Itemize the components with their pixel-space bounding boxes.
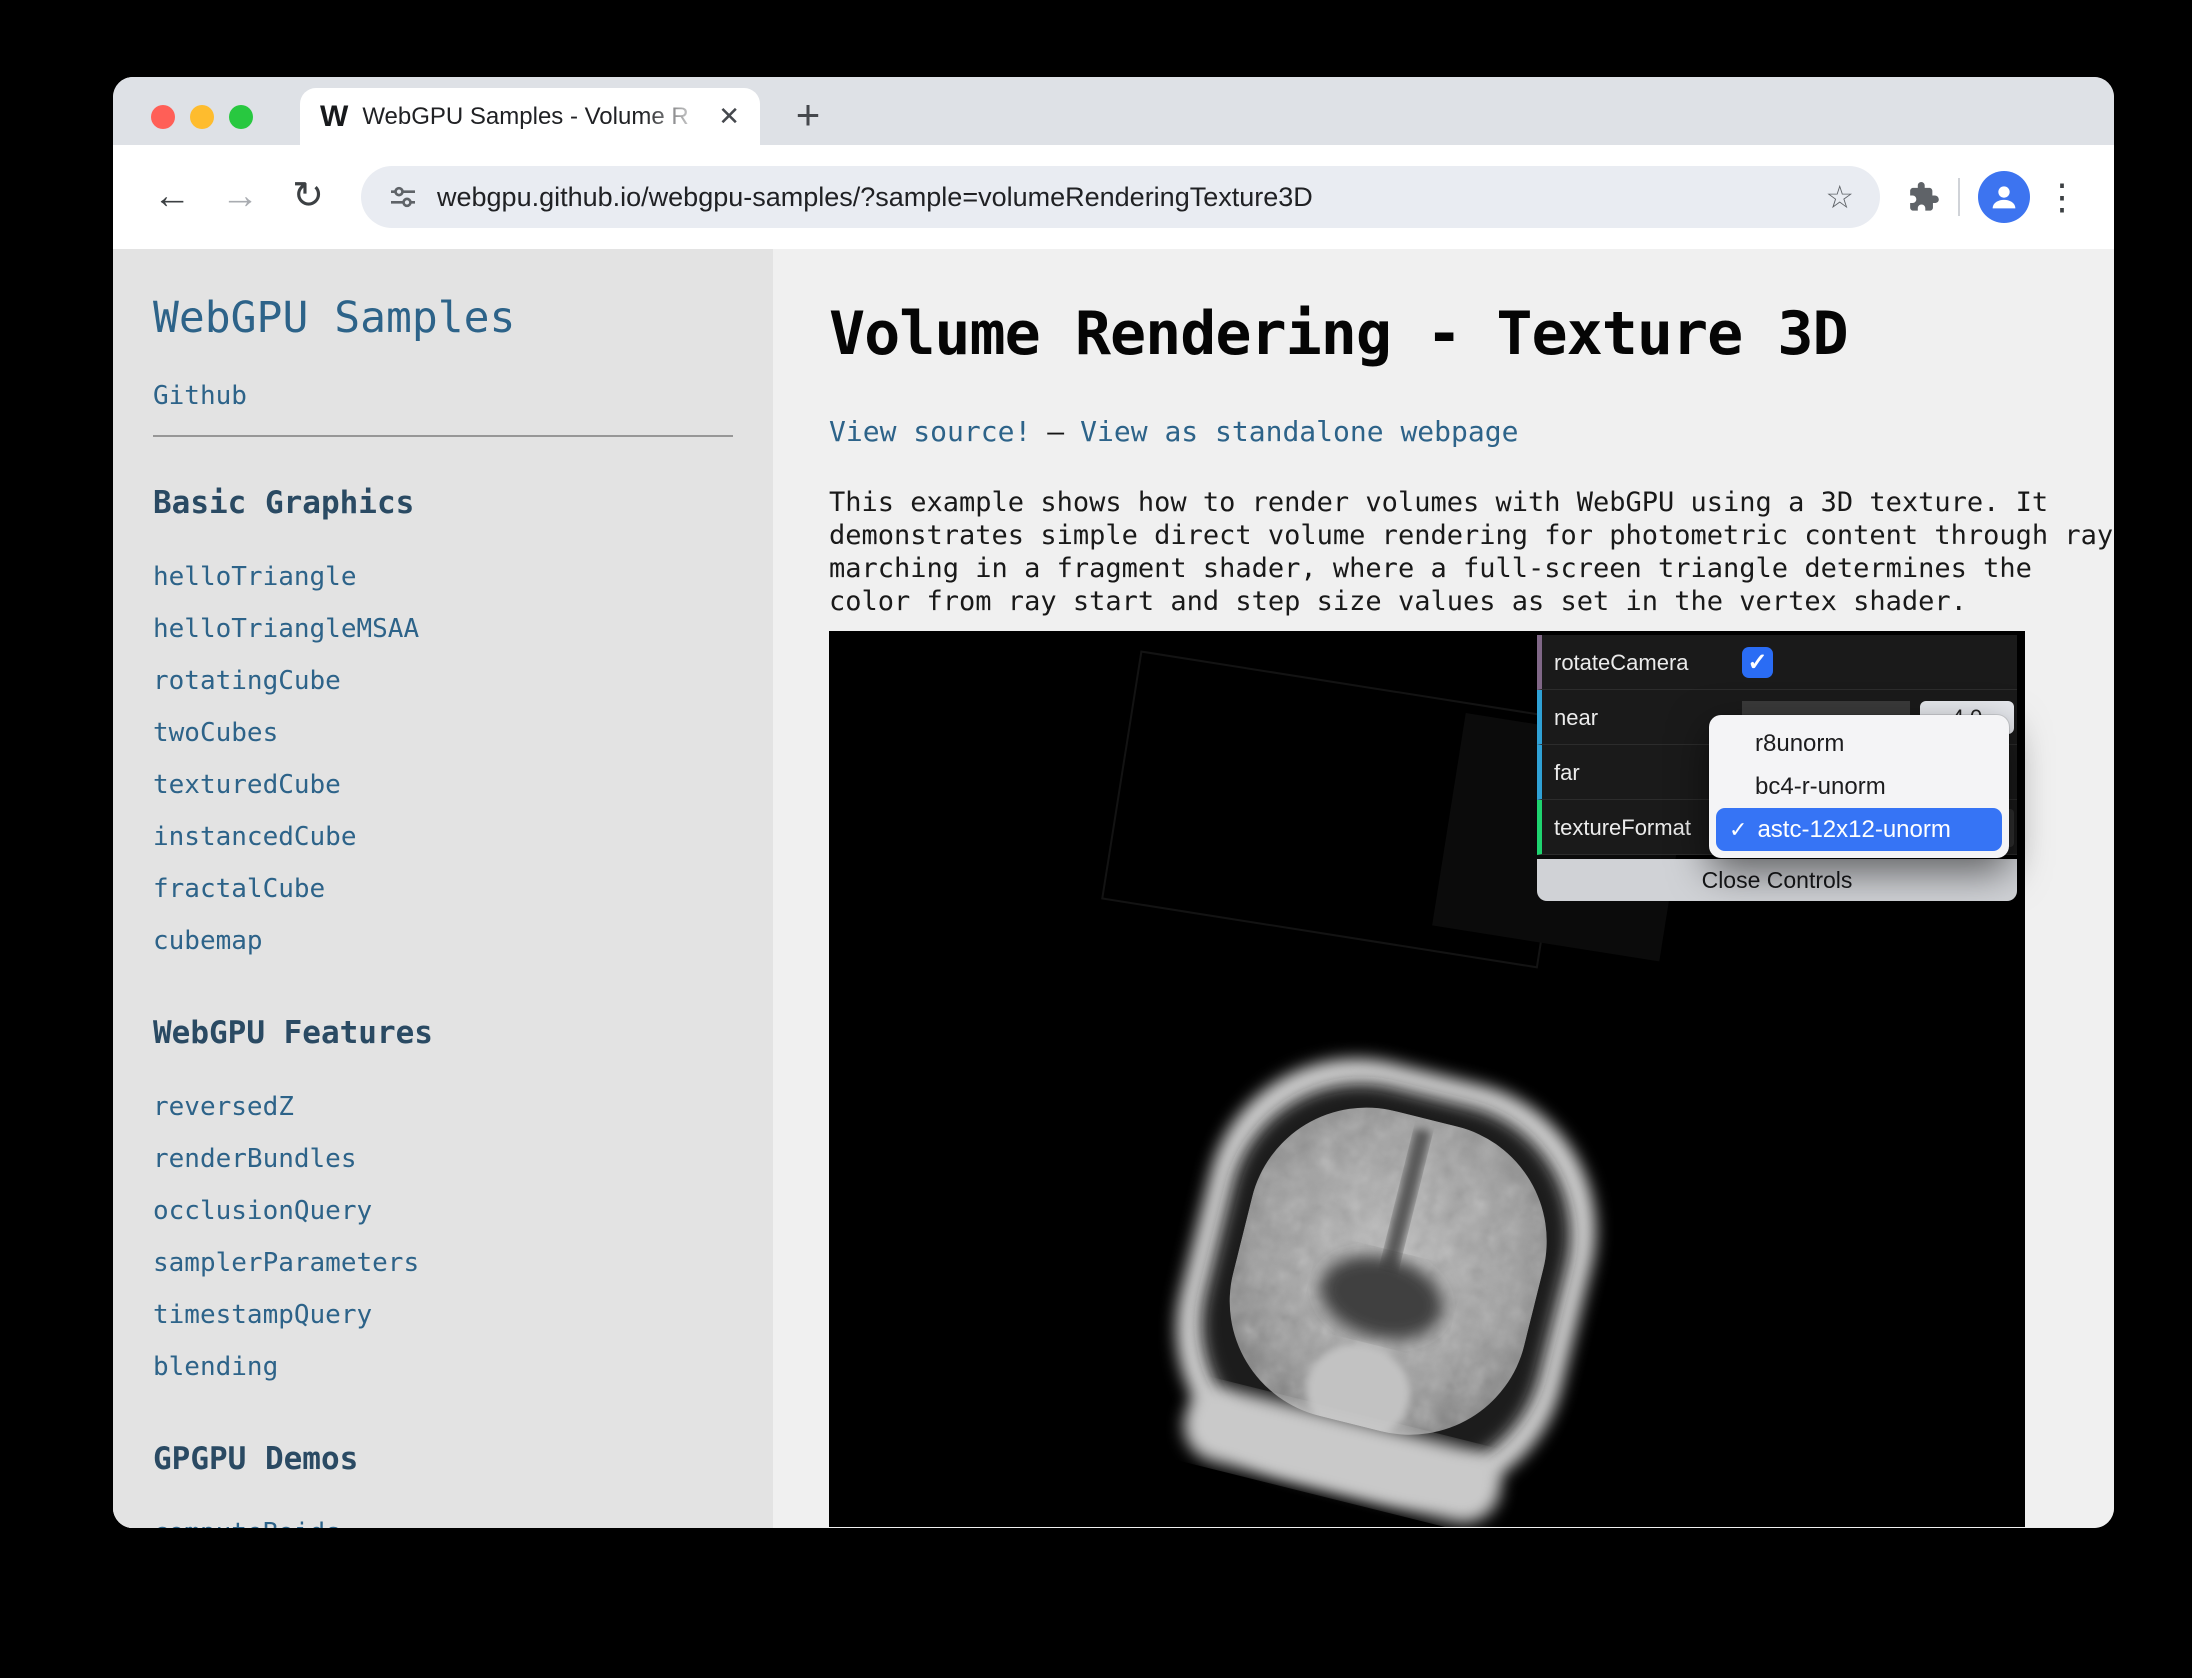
check-icon: ✓ — [1729, 819, 1747, 841]
samples-sidebar: WebGPU Samples Github Basic Graphics hel… — [113, 249, 773, 1528]
page-title: Volume Rendering - Texture 3D — [829, 299, 2114, 369]
back-button[interactable]: ← — [143, 168, 201, 226]
github-link[interactable]: Github — [153, 381, 733, 411]
rotate-camera-checkbox[interactable]: ✓ — [1742, 647, 1773, 678]
sidebar-item-blending[interactable]: blending — [153, 1341, 733, 1393]
profile-avatar[interactable] — [1978, 171, 2030, 223]
dropdown-option-bc4-r-unorm[interactable]: bc4-r-unorm — [1709, 765, 2009, 808]
sidebar-item-occlusionQuery[interactable]: occlusionQuery — [153, 1185, 733, 1237]
toolbar-divider — [1958, 178, 1960, 216]
sample-links-row: View source! — View as standalone webpag… — [829, 415, 2114, 448]
reload-button[interactable]: ↻ — [279, 168, 337, 226]
sidebar-item-twoCubes[interactable]: twoCubes — [153, 707, 733, 759]
standalone-link[interactable]: View as standalone webpage — [1080, 415, 1518, 448]
sidebar-item-reversedZ[interactable]: reversedZ — [153, 1081, 733, 1133]
browser-window: W WebGPU Samples - Volume R ✕ + ← → ↻ we… — [113, 77, 2114, 1528]
tab-title: WebGPU Samples - Volume R — [362, 103, 688, 130]
zoom-window-button[interactable] — [229, 105, 253, 129]
close-controls-button[interactable]: Close Controls — [1537, 859, 2017, 901]
browser-tab[interactable]: W WebGPU Samples - Volume R ✕ — [300, 88, 760, 145]
dropdown-option-astc-selected[interactable]: ✓ astc-12x12-unorm — [1716, 808, 2002, 851]
sidebar-heading-basic-graphics: Basic Graphics — [153, 485, 733, 521]
gui-label-far: far — [1554, 745, 1580, 800]
dropdown-selected-label: astc-12x12-unorm — [1757, 808, 1950, 851]
forward-button[interactable]: → — [211, 168, 269, 226]
gui-label-rotateCamera: rotateCamera — [1554, 635, 1689, 690]
sample-description: This example shows how to render volumes… — [829, 486, 2114, 618]
sidebar-title: WebGPU Samples — [153, 293, 733, 343]
bookmark-star-icon[interactable]: ☆ — [1825, 178, 1854, 216]
browser-toolbar: ← → ↻ webgpu.github.io/webgpu-samples/?s… — [113, 145, 2114, 249]
sidebar-divider — [153, 435, 733, 437]
minimize-window-button[interactable] — [190, 105, 214, 129]
tab-close-icon[interactable]: ✕ — [718, 101, 740, 132]
tab-bar: W WebGPU Samples - Volume R ✕ + — [113, 77, 2114, 145]
sample-main: Volume Rendering - Texture 3D View sourc… — [773, 249, 2114, 1528]
sidebar-item-texturedCube[interactable]: texturedCube — [153, 759, 733, 811]
menu-dots-icon[interactable]: ⋮ — [2040, 176, 2084, 218]
sidebar-item-samplerParameters[interactable]: samplerParameters — [153, 1237, 733, 1289]
sidebar-item-instancedCube[interactable]: instancedCube — [153, 811, 733, 863]
sidebar-item-timestampQuery[interactable]: timestampQuery — [153, 1289, 733, 1341]
url-text[interactable]: webgpu.github.io/webgpu-samples/?sample=… — [437, 182, 1807, 213]
page-content: WebGPU Samples Github Basic Graphics hel… — [113, 249, 2114, 1528]
tab-title-wrap: WebGPU Samples - Volume R — [362, 101, 704, 133]
sidebar-item-rotatingCube[interactable]: rotatingCube — [153, 655, 733, 707]
sidebar-item-helloTriangleMSAA[interactable]: helloTriangleMSAA — [153, 603, 733, 655]
site-settings-icon[interactable] — [387, 181, 419, 213]
gui-label-near: near — [1554, 690, 1598, 745]
extensions-puzzle-icon[interactable] — [1904, 179, 1940, 215]
link-separator: — — [1047, 415, 1064, 448]
close-window-button[interactable] — [151, 105, 175, 129]
url-bar[interactable]: webgpu.github.io/webgpu-samples/?sample=… — [361, 166, 1880, 228]
webgpu-favicon-icon: W — [320, 102, 348, 132]
view-source-link[interactable]: View source! — [829, 415, 1031, 448]
sidebar-heading-webgpu-features: WebGPU Features — [153, 1015, 733, 1051]
sidebar-item-fractalCube[interactable]: fractalCube — [153, 863, 733, 915]
dropdown-option-r8unorm[interactable]: r8unorm — [1709, 722, 2009, 765]
traffic-lights — [151, 105, 253, 129]
sidebar-item-computeBoids[interactable]: computeBoids — [153, 1507, 733, 1528]
webgpu-canvas[interactable]: rotateCamera ✓ near 4.0 far textureForma… — [829, 631, 2025, 1527]
gui-label-textureFormat: textureFormat — [1554, 800, 1691, 855]
new-tab-button[interactable]: + — [785, 93, 831, 139]
dat-gui-panel: rotateCamera ✓ near 4.0 far textureForma… — [1537, 635, 2017, 855]
sidebar-item-renderBundles[interactable]: renderBundles — [153, 1133, 733, 1185]
sidebar-heading-gpgpu-demos: GPGPU Demos — [153, 1441, 733, 1477]
texture-format-dropdown: r8unorm bc4-r-unorm ✓ astc-12x12-unorm — [1709, 715, 2009, 858]
sidebar-item-cubemap[interactable]: cubemap — [153, 915, 733, 967]
gui-row-rotateCamera: rotateCamera ✓ — [1537, 635, 2017, 690]
sidebar-item-helloTriangle[interactable]: helloTriangle — [153, 551, 733, 603]
